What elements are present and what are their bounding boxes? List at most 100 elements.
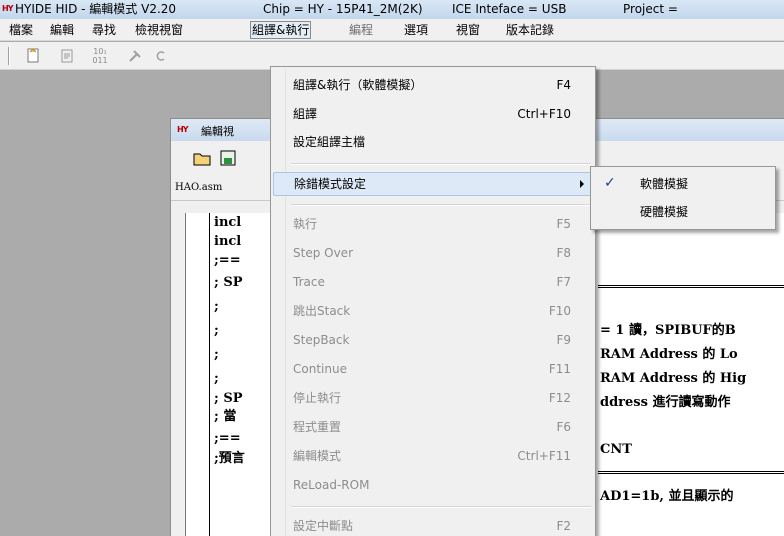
comment-rule — [598, 285, 784, 288]
menu-item-shortcut: F9 — [556, 333, 571, 347]
menu-separator — [291, 163, 591, 165]
code-line: ;== — [214, 431, 241, 446]
menu-separator — [291, 204, 591, 206]
code-line: ; 當 — [214, 409, 237, 424]
menu-program[interactable]: 編程 — [348, 21, 374, 39]
menu-item-label: 設定組譯主檔 — [293, 135, 366, 149]
debug-mode-submenu: ✓ 軟體模擬 硬體模擬 — [590, 166, 776, 230]
menu-item-label: 程式重置 — [293, 420, 342, 434]
undo-icon[interactable] — [152, 47, 170, 65]
toolbar-grip — [8, 47, 10, 65]
menu-build-run[interactable]: 組譯&執行 — [250, 21, 312, 39]
menu-item-label: Continue — [293, 362, 347, 376]
code-line: incl — [214, 215, 242, 230]
code-line: ;預言 — [214, 451, 245, 466]
menu-item-shortcut: F7 — [556, 275, 571, 289]
code-line: RAM Address 的 Lo — [600, 347, 738, 362]
menu-item-step-over[interactable]: Step Over F8 — [273, 242, 593, 264]
menu-item-label: Step Over — [293, 246, 353, 260]
menu-bar: 檔案 編輯 尋找 檢視視窗 組譯&執行 編程 選項 視窗 版本記錄 — [0, 19, 784, 41]
menu-item-shortcut: F10 — [548, 304, 571, 318]
menu-item-shortcut: F5 — [556, 217, 571, 231]
title-app: HYIDE HID - 編輯模式 V2.20 — [15, 2, 177, 16]
menu-item-label: 停止執行 — [293, 391, 342, 405]
editor-logo-icon: HY — [177, 125, 188, 134]
new-file-icon[interactable] — [24, 47, 42, 65]
tools-icon[interactable] — [126, 47, 144, 65]
menu-options[interactable]: 選項 — [403, 21, 429, 39]
menu-item-trace[interactable]: Trace F7 — [273, 271, 593, 293]
menu-separator — [291, 506, 591, 508]
title-project: Project = — [623, 2, 678, 16]
menu-item-label: 組譯 — [293, 107, 318, 121]
build-run-dropdown: 組譯&執行（軟體模擬） F4 組譯 Ctrl+F10 設定組譯主檔 除錯模式設定… — [270, 66, 596, 536]
menu-item-reset[interactable]: 程式重置 F6 — [273, 416, 593, 438]
menu-item-shortcut: F12 — [548, 391, 571, 405]
menu-item-edit-mode[interactable]: 編輯模式 Ctrl+F11 — [273, 445, 593, 467]
menu-item-shortcut: F6 — [556, 420, 571, 434]
comment-rule — [598, 471, 784, 474]
menu-item-label: StepBack — [293, 333, 350, 347]
code-line: CNT — [600, 442, 632, 457]
submenu-item-software-sim[interactable]: ✓ 軟體模擬 — [594, 173, 772, 195]
code-line: ; — [214, 299, 219, 314]
submenu-item-label: 軟體模擬 — [640, 177, 689, 191]
menu-item-shortcut: F2 — [556, 519, 571, 533]
menu-item-shortcut: Ctrl+F11 — [517, 449, 571, 463]
checkmark-icon: ✓ — [604, 175, 616, 191]
menu-item-shortcut: F4 — [556, 78, 571, 92]
line-gutter — [186, 213, 210, 536]
menu-item-build[interactable]: 組譯 Ctrl+F10 — [273, 103, 593, 125]
menu-item-reload-rom[interactable]: ReLoad-ROM — [273, 474, 593, 496]
code-line: ; — [214, 371, 219, 386]
menu-item-shortcut: Ctrl+F10 — [517, 107, 571, 121]
submenu-arrow-icon — [580, 180, 584, 188]
code-line: ; — [214, 323, 219, 338]
binary-icon[interactable]: 10₁ 011 — [91, 47, 109, 65]
menu-item-step-out-stack[interactable]: 跳出Stack F10 — [273, 300, 593, 322]
open-folder-icon[interactable] — [191, 149, 213, 169]
menu-item-shortcut: F8 — [556, 246, 571, 260]
code-line: ; SP — [214, 275, 243, 290]
code-line: AD1=1b, 並且顯示的 — [600, 489, 734, 504]
submenu-item-hardware-sim[interactable]: 硬體模擬 — [594, 201, 772, 223]
menu-item-label: 執行 — [293, 217, 318, 231]
title-bar: HY HYIDE HID - 編輯模式 V2.20 Chip = HY - 15… — [0, 0, 784, 19]
editor-tab-file[interactable]: HAO.asm — [175, 182, 222, 193]
menu-item-label: ReLoad-ROM — [293, 478, 370, 492]
menu-item-shortcut: F11 — [548, 362, 571, 376]
menu-item-label: 編輯模式 — [293, 449, 342, 463]
code-line: incl — [214, 234, 242, 249]
menu-edit[interactable]: 編輯 — [49, 21, 75, 39]
menu-item-label: Trace — [293, 275, 325, 289]
menu-file[interactable]: 檔案 — [8, 21, 34, 39]
code-line: ; SP — [214, 391, 243, 406]
menu-find[interactable]: 尋找 — [91, 21, 117, 39]
submenu-item-label: 硬體模擬 — [640, 205, 689, 219]
menu-item-stop[interactable]: 停止執行 F12 — [273, 387, 593, 409]
menu-item-debug-mode[interactable]: 除錯模式設定 — [273, 172, 593, 196]
menu-version[interactable]: 版本記錄 — [505, 21, 555, 39]
menu-item-step-back[interactable]: StepBack F9 — [273, 329, 593, 351]
menu-item-label: 跳出Stack — [293, 304, 351, 318]
app-logo-icon: HY — [2, 4, 13, 13]
menu-item-label: 除錯模式設定 — [294, 177, 367, 191]
editor-window-title: 編輯視 — [201, 125, 234, 138]
menu-item-build-run-sim[interactable]: 組譯&執行（軟體模擬） F4 — [273, 74, 593, 96]
menu-window[interactable]: 視窗 — [455, 21, 481, 39]
align-icon[interactable] — [58, 47, 76, 65]
menu-item-set-main-file[interactable]: 設定組譯主檔 — [273, 131, 593, 153]
menu-item-set-breakpoint[interactable]: 設定中斷點 F2 — [273, 515, 593, 536]
code-line: ; — [214, 347, 219, 362]
menu-item-label: 組譯&執行（軟體模擬） — [293, 78, 423, 92]
menu-item-label: 設定中斷點 — [293, 519, 354, 533]
code-line: ddress 進行讀寫動作 — [600, 395, 731, 410]
code-line: = 1 讀，SPIBUF的B — [600, 323, 736, 338]
code-line: RAM Address 的 Hig — [600, 371, 747, 386]
menu-view[interactable]: 檢視視窗 — [134, 21, 184, 39]
title-chip: Chip = HY - 15P41_2M(2K) — [263, 2, 423, 16]
menu-item-run[interactable]: 執行 F5 — [273, 213, 593, 235]
menu-item-continue[interactable]: Continue F11 — [273, 358, 593, 380]
code-line: ;== — [214, 253, 241, 268]
save-icon[interactable] — [217, 149, 239, 169]
